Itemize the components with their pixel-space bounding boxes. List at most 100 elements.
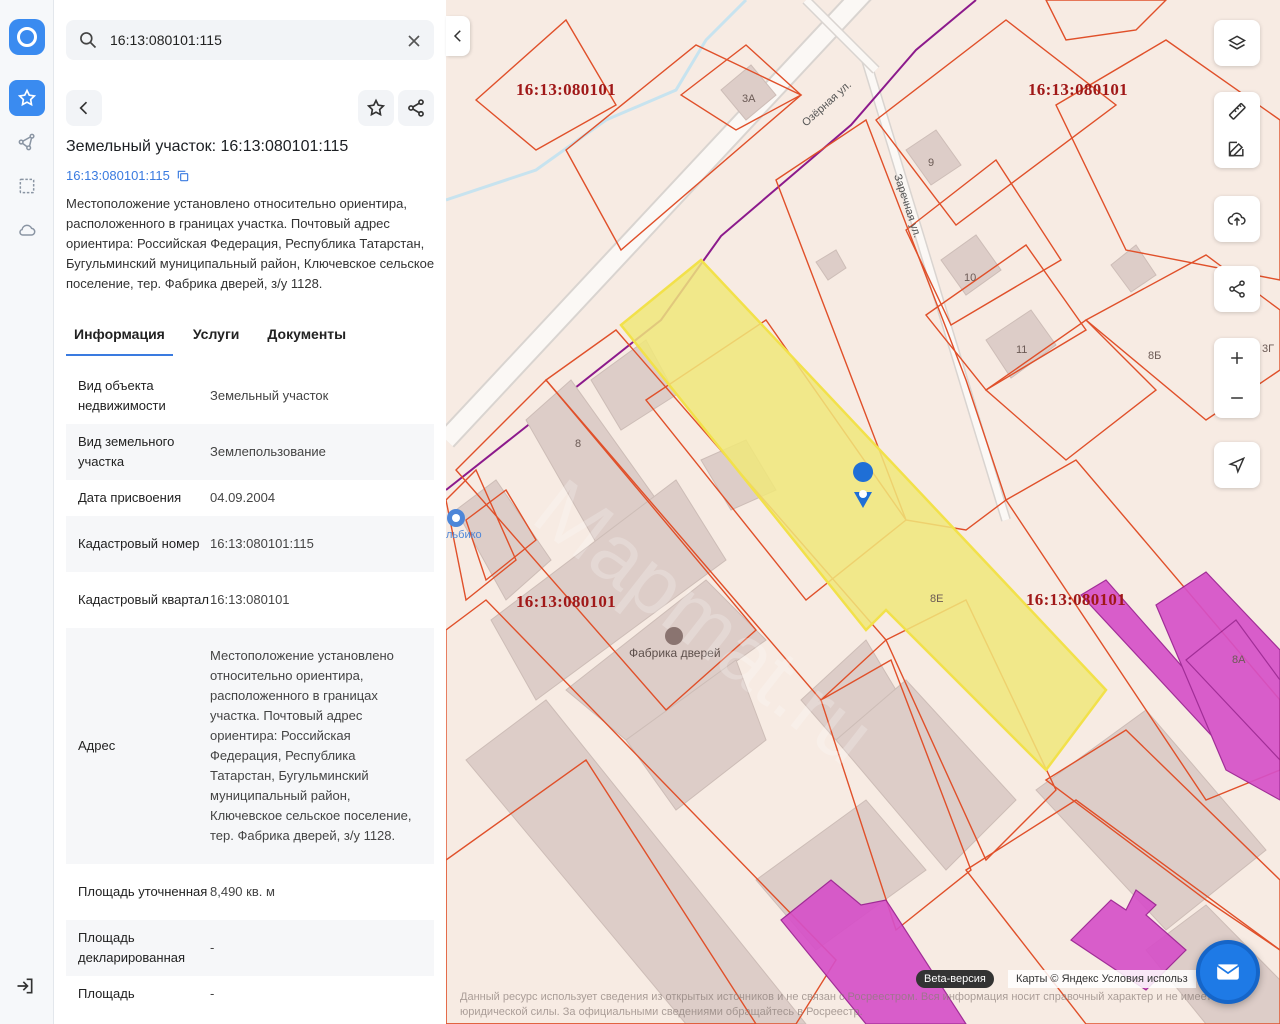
zoom-out-button[interactable] xyxy=(1214,378,1260,418)
chevron-left-icon xyxy=(79,101,88,115)
object-description: Местоположение установлено относительно … xyxy=(66,196,435,291)
tab-information[interactable]: Информация xyxy=(66,320,173,356)
row-key: Площадь xyxy=(78,986,135,1001)
row-key: Адрес xyxy=(78,738,116,753)
edit-icon xyxy=(1228,141,1244,157)
row-value: - xyxy=(210,940,215,955)
star-icon xyxy=(17,88,37,107)
row-value: 8,490 кв. м xyxy=(210,884,275,899)
cloud-upload-icon xyxy=(1227,212,1246,226)
minus-icon xyxy=(1231,397,1243,399)
house-number: 3Г xyxy=(1262,343,1275,355)
upload-button[interactable] xyxy=(1214,196,1260,242)
house-number: 11 xyxy=(1016,344,1028,356)
cloud-icon xyxy=(19,224,36,236)
cloud-nav-button[interactable] xyxy=(9,212,45,248)
collapse-panel-button[interactable] xyxy=(446,16,470,56)
row-key: Кадастровый номер xyxy=(78,536,200,551)
favorites-nav-button[interactable] xyxy=(9,80,45,116)
copy-icon[interactable] xyxy=(176,169,190,183)
add-favorite-button[interactable] xyxy=(358,90,394,126)
house-number: 10 xyxy=(964,272,977,284)
share-icon xyxy=(1229,280,1245,298)
table-row: Кадастровый номер 16:13:080101:115 xyxy=(66,516,434,572)
table-row: Площадь - xyxy=(66,976,434,1012)
share-tool xyxy=(1214,266,1260,312)
table-row: Вид земельного участка Землепользование xyxy=(66,424,434,480)
quarter-label: 16:13:080101 xyxy=(1028,80,1128,99)
row-value: 16:13:080101 xyxy=(210,592,290,607)
info-tabs: Информация Услуги Документы xyxy=(66,320,434,356)
row-value: Местоположение установлено относительно … xyxy=(210,648,412,843)
search-icon xyxy=(80,32,97,49)
object-info-panel: Земельный участок: 16:13:080101:115 16:1… xyxy=(54,0,446,1024)
login-icon xyxy=(17,978,33,994)
upload-tool xyxy=(1214,196,1260,242)
row-key: Вид объекта недвижимости xyxy=(78,378,166,413)
table-row: Площадь уточненная 8,490 кв. м xyxy=(66,864,434,920)
tab-documents[interactable]: Документы xyxy=(259,320,354,356)
zoom-in-button[interactable] xyxy=(1214,338,1260,378)
row-value: - xyxy=(210,986,215,1001)
measure-tools xyxy=(1214,92,1260,168)
row-key: Площадь уточненная xyxy=(78,884,208,899)
cadastral-number-link[interactable]: 16:13:080101:115 xyxy=(66,168,190,183)
house-number: 3А xyxy=(742,93,756,105)
table-row: Адрес Местоположение установлено относит… xyxy=(66,628,434,864)
row-value: Земельный участок xyxy=(210,388,329,403)
star-icon xyxy=(366,98,386,117)
house-number: 9 xyxy=(928,157,935,169)
house-number: 8 xyxy=(575,438,582,450)
row-value: 04.09.2004 xyxy=(210,490,276,505)
row-value: 16:13:080101:115 xyxy=(210,536,314,551)
row-value: Землепользование xyxy=(210,444,326,459)
info-table: Вид объекта недвижимости Земельный участ… xyxy=(66,368,434,1012)
house-number: 8Е xyxy=(930,593,944,605)
ruler-icon xyxy=(1228,102,1246,120)
close-icon xyxy=(408,35,420,47)
table-row: Кадастровый квартал 16:13:080101 xyxy=(66,572,434,628)
poi-label-partial[interactable]: льбико xyxy=(446,529,482,541)
left-rail xyxy=(0,0,54,1024)
clear-search-button[interactable] xyxy=(404,31,422,49)
layers-icon xyxy=(1227,35,1247,50)
cadastral-map[interactable]: 16:13:080101 16:13:080101 16:13:080101 1… xyxy=(446,0,1280,1024)
my-location-button[interactable] xyxy=(1214,442,1260,488)
search-input[interactable] xyxy=(110,32,404,48)
route-nav-button[interactable] xyxy=(9,124,45,160)
map-share-button[interactable] xyxy=(1214,266,1260,312)
chevron-left-icon xyxy=(453,30,461,42)
tab-services[interactable]: Услуги xyxy=(185,320,248,356)
map-copyright[interactable]: Карты © Яндекс Условия использ xyxy=(1008,970,1196,988)
feedback-mail-button[interactable] xyxy=(1196,940,1260,1004)
row-key: Кадастровый квартал xyxy=(78,592,209,607)
zoom-controls xyxy=(1214,338,1260,418)
share-icon xyxy=(408,99,424,117)
back-button[interactable] xyxy=(66,90,102,126)
beta-badge: Beta-версия xyxy=(916,970,994,988)
share-button[interactable] xyxy=(398,90,434,126)
layers-button[interactable] xyxy=(1214,20,1260,66)
plus-icon xyxy=(1231,352,1243,364)
row-key: Площадь декларированная xyxy=(78,930,186,965)
table-row: Площадь декларированная - xyxy=(66,920,434,976)
row-key: Вид земельного участка xyxy=(78,434,175,469)
house-number: 8А xyxy=(1232,654,1246,666)
house-number: 8Б xyxy=(1148,350,1162,362)
map-disclaimer: Данный ресурс использует сведения из отк… xyxy=(460,991,1212,1018)
layers-tool xyxy=(1214,20,1260,66)
mail-icon xyxy=(1216,964,1240,980)
cadastral-number-text: 16:13:080101:115 xyxy=(66,168,170,183)
edit-button[interactable] xyxy=(1214,130,1260,168)
ruler-button[interactable] xyxy=(1214,92,1260,130)
area-select-nav-button[interactable] xyxy=(9,168,45,204)
app-logo[interactable] xyxy=(9,19,45,55)
geolocation-tool xyxy=(1214,442,1260,488)
dashed-square-icon xyxy=(19,178,35,194)
logout-button[interactable] xyxy=(15,976,39,1000)
quarter-label: 16:13:080101 xyxy=(516,80,616,99)
table-row: Дата присвоения 04.09.2004 xyxy=(66,480,434,516)
table-row: Вид объекта недвижимости Земельный участ… xyxy=(66,368,434,424)
navigation-arrow-icon xyxy=(1228,456,1246,474)
row-key: Дата присвоения xyxy=(78,490,182,505)
